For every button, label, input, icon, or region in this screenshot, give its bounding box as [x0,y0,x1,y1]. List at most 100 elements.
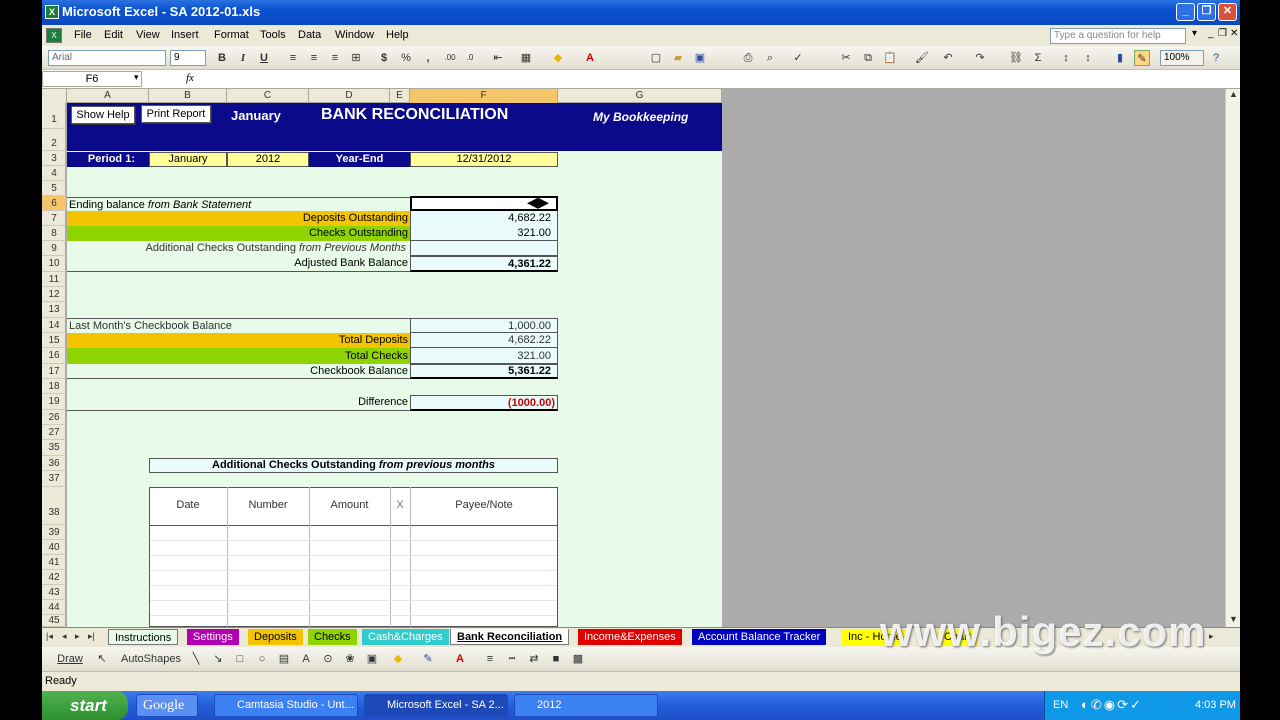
merge-center-icon[interactable]: ⊞ [348,50,364,66]
save-icon[interactable]: ▣ [692,50,708,66]
clipart-icon[interactable]: ❀ [342,651,358,667]
language-indicator[interactable]: EN [1053,699,1068,711]
row-header[interactable]: 6 [42,196,66,211]
prev-sheet-icon[interactable]: ◂ [62,631,67,642]
autoshapes-menu[interactable]: AutoShapes [118,651,184,667]
row-header[interactable]: 39 [42,525,66,540]
namebox-dropdown-icon[interactable]: ▾ [134,72,139,83]
select-all-corner[interactable] [42,89,67,103]
year-end-cell[interactable]: 12/31/2012 [410,152,558,167]
fill-color-icon[interactable]: ◆ [550,50,566,66]
drawing-icon[interactable]: ✎ [1134,50,1150,66]
deposits-outstanding-value[interactable]: 4,682.22 [410,211,558,226]
dropdown-arrow-icon[interactable]: ▾ [1192,28,1197,39]
menu-view[interactable]: View [136,29,160,41]
function-icon[interactable]: fx [186,72,194,84]
new-file-icon[interactable]: ▢ [648,50,664,66]
row-header[interactable]: 4 [42,166,66,181]
row-header[interactable]: 8 [42,226,66,241]
decrease-decimal-icon[interactable]: .0 [462,50,478,66]
row-header[interactable]: 35 [42,440,66,456]
wordart-icon[interactable]: A [298,651,314,667]
vertical-scrollbar[interactable]: ▲ ▼ [1225,89,1240,627]
print-report-button[interactable]: Print Report [141,105,211,123]
google-toolbar[interactable]: Google [136,694,198,717]
comma-button[interactable]: , [420,50,436,66]
column-header-f[interactable]: F [410,89,558,103]
adjusted-bank-balance-value[interactable]: 4,361.22 [410,256,558,272]
row-header[interactable]: 16 [42,348,66,364]
first-sheet-icon[interactable]: |◂ [46,631,53,642]
undo-icon[interactable]: ↶ [940,50,956,66]
column-header-e[interactable]: E [390,89,410,103]
task-camtasia[interactable]: Camtasia Studio - Unt... [214,694,358,717]
format-painter-icon[interactable]: 🖌 [914,50,930,66]
scroll-down-icon[interactable]: ▼ [1229,614,1238,624]
column-header-b[interactable]: B [149,89,227,103]
row-header[interactable]: 5 [42,181,66,196]
row-header[interactable]: 37 [42,471,66,487]
picture-icon[interactable]: ▣ [364,651,380,667]
document-icon[interactable]: X [46,28,62,43]
autosum-button[interactable]: Σ [1030,50,1046,66]
show-help-button[interactable]: Show Help [71,106,135,124]
paste-icon[interactable]: 📋 [882,50,898,66]
3d-icon[interactable]: ▩ [570,651,586,667]
row-header[interactable]: 15 [42,333,66,348]
row-header[interactable]: 19 [42,394,66,410]
chart-wizard-icon[interactable]: ▮ [1112,50,1128,66]
open-file-icon[interactable]: ▰ [670,50,686,66]
diagram-icon[interactable]: ⊙ [320,651,336,667]
font-name-select[interactable]: Arial [48,50,166,66]
menu-window[interactable]: Window [335,29,374,41]
currency-button[interactable]: $ [376,50,392,66]
row-header[interactable]: 11 [42,272,66,287]
close-button[interactable]: ✕ [1218,3,1237,21]
row-header[interactable]: 13 [42,302,66,318]
checkbook-balance-value[interactable]: 5,361.22 [410,364,558,379]
redo-icon[interactable]: ↷ [972,50,988,66]
tab-settings[interactable]: Settings [187,629,239,645]
column-header-d[interactable]: D [309,89,390,103]
row-header[interactable]: 12 [42,287,66,302]
font-color-draw-icon[interactable]: A [452,651,468,667]
row-header[interactable]: 7 [42,211,66,226]
oval-icon[interactable]: ○ [254,651,270,667]
menu-file[interactable]: File [74,29,92,41]
menu-data[interactable]: Data [298,29,321,41]
print-preview-icon[interactable]: ⌕ [762,50,778,66]
minimize-button[interactable]: _ [1176,3,1195,21]
formula-input[interactable] [206,71,1236,87]
tab-income-expenses[interactable]: Income&Expenses [578,629,682,645]
last-month-balance-value[interactable]: 1,000.00 [410,318,558,333]
row-header[interactable]: 2 [42,129,66,151]
row-header[interactable]: 44 [42,600,66,615]
restore-button[interactable]: ❐ [1197,3,1216,21]
column-header-c[interactable]: C [227,89,309,103]
line-style-icon[interactable]: ≡ [482,651,498,667]
tab-account-balance-tracker[interactable]: Account Balance Tracker [692,629,827,645]
menu-tools[interactable]: Tools [260,29,286,41]
difference-value[interactable]: (1000.00) [410,395,558,411]
increase-decimal-icon[interactable]: .00 [442,50,458,66]
row-header[interactable]: 14 [42,318,66,333]
hscroll-right-icon[interactable]: ▸ [1209,631,1214,642]
copy-icon[interactable]: ⧉ [860,50,876,66]
italic-button[interactable]: I [235,50,251,66]
doc-restore-button[interactable]: ❐ [1218,28,1227,39]
hyperlink-icon[interactable]: ⛓ [1008,50,1024,66]
percent-button[interactable]: % [398,50,414,66]
additional-checks-value[interactable] [410,241,558,256]
sort-ascending-icon[interactable]: ↕ [1058,50,1074,66]
fill-color-draw-icon[interactable]: ◆ [390,651,406,667]
spelling-icon[interactable]: ✓ [790,50,806,66]
borders-icon[interactable]: ▦ [518,50,534,66]
name-box[interactable]: F6 [42,71,142,87]
draw-menu[interactable]: Draw [52,651,88,667]
help-icon[interactable]: ? [1208,50,1224,66]
row-header[interactable]: 42 [42,570,66,585]
row-header[interactable]: 27 [42,425,66,440]
row-header[interactable]: 41 [42,555,66,570]
menu-edit[interactable]: Edit [104,29,123,41]
row-header[interactable]: 26 [42,410,66,425]
